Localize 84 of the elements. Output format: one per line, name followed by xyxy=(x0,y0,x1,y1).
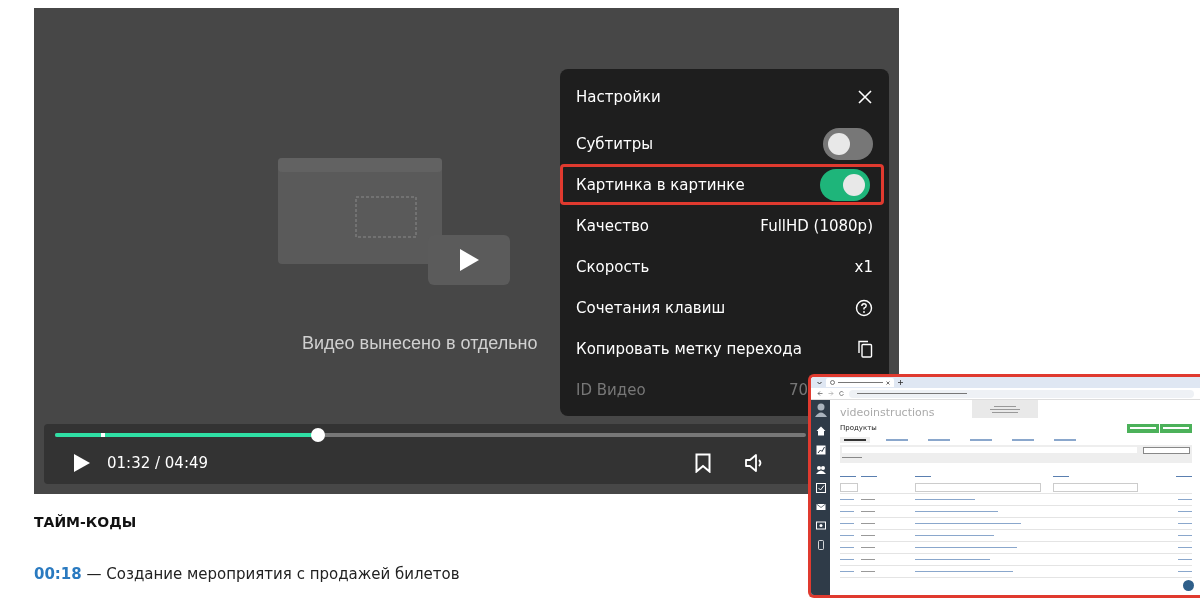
monitor-icon[interactable] xyxy=(815,521,826,531)
task-icon[interactable] xyxy=(815,483,826,493)
table-cell xyxy=(861,522,875,525)
chat-button[interactable] xyxy=(1183,580,1194,591)
id-link[interactable] xyxy=(840,558,854,561)
id-link[interactable] xyxy=(840,546,854,549)
time-readout: 01:32 / 04:49 xyxy=(107,453,209,472)
table-cell xyxy=(861,570,875,573)
toggle-switch[interactable] xyxy=(823,127,873,160)
product-link[interactable] xyxy=(915,570,1013,573)
mail-icon[interactable] xyxy=(815,502,826,512)
globe-icon xyxy=(830,380,835,385)
status-link[interactable] xyxy=(1178,570,1192,573)
filter-field[interactable] xyxy=(840,483,858,492)
table-cell xyxy=(861,534,875,537)
add-button[interactable] xyxy=(1160,423,1192,433)
back-icon[interactable] xyxy=(817,391,823,396)
status-link[interactable] xyxy=(1178,522,1192,525)
setting-label: Сочетания клавиш xyxy=(576,298,726,317)
setting-label: Копировать метку перехода xyxy=(576,339,802,358)
status-link[interactable] xyxy=(1178,498,1192,501)
id-link[interactable] xyxy=(840,510,854,513)
progress-thumb[interactable] xyxy=(311,428,326,442)
status-link[interactable] xyxy=(1178,510,1192,513)
address-bar[interactable] xyxy=(849,389,1194,398)
product-link[interactable] xyxy=(915,522,1021,525)
home-icon[interactable] xyxy=(815,426,826,436)
id-link[interactable] xyxy=(840,522,854,525)
timecode-link[interactable]: 00:18 xyxy=(34,565,82,583)
notice-box xyxy=(972,400,1039,418)
column-header[interactable] xyxy=(915,475,931,478)
table-cell xyxy=(861,510,875,513)
forward-icon[interactable] xyxy=(828,391,834,396)
timecode-description: — Создание мероприятия с продажей билетов xyxy=(85,565,460,583)
setting-label: ID Видео xyxy=(576,380,646,399)
bookmark-icon[interactable] xyxy=(695,452,711,473)
copy-icon[interactable] xyxy=(857,339,873,358)
table-cell xyxy=(861,558,875,561)
column-header[interactable] xyxy=(1176,475,1192,478)
id-link[interactable] xyxy=(840,498,854,501)
product-link[interactable] xyxy=(915,498,975,501)
filter-field[interactable] xyxy=(1053,483,1138,492)
id-link[interactable] xyxy=(840,534,854,537)
browser-tab[interactable] xyxy=(826,378,894,387)
site-logo: videoinstructions xyxy=(840,406,935,419)
help-icon[interactable] xyxy=(855,298,873,317)
filter-field[interactable] xyxy=(915,483,1042,492)
setting-label: Качество xyxy=(576,216,649,235)
chart-icon[interactable] xyxy=(815,445,826,455)
section-heading: ТАЙМ-КОДЫ xyxy=(34,514,137,530)
add-button[interactable] xyxy=(1127,423,1159,433)
setting-label: Скорость xyxy=(576,257,650,276)
plus-icon[interactable] xyxy=(898,380,903,385)
setting-label: Картинка в картинке xyxy=(576,175,745,194)
table-cell xyxy=(861,498,875,501)
status-link[interactable] xyxy=(1178,534,1192,537)
play-icon[interactable] xyxy=(73,452,91,473)
product-link[interactable] xyxy=(915,558,990,561)
status-link[interactable] xyxy=(1178,546,1192,549)
user-icon[interactable] xyxy=(814,403,827,417)
status-select[interactable] xyxy=(1143,447,1190,454)
column-header[interactable] xyxy=(1053,475,1069,478)
play-button[interactable] xyxy=(427,235,510,285)
reload-icon[interactable] xyxy=(839,391,844,396)
chevron-icon[interactable] xyxy=(817,380,822,385)
column-header[interactable] xyxy=(840,475,856,478)
table-cell xyxy=(861,546,875,549)
product-link[interactable] xyxy=(915,534,994,537)
setting-value: 70 xyxy=(788,380,808,399)
tab[interactable] xyxy=(840,437,870,443)
status-message: Видео вынесено в отдельно xyxy=(302,333,538,354)
toggle-switch[interactable] xyxy=(820,168,870,201)
settings-title: Настройки xyxy=(576,88,661,106)
product-link[interactable] xyxy=(915,510,998,513)
id-link[interactable] xyxy=(840,570,854,573)
status-link[interactable] xyxy=(1178,558,1192,561)
setting-value[interactable]: x1 xyxy=(854,257,873,276)
setting-value[interactable]: FullHD (1080p) xyxy=(760,216,873,235)
column-header[interactable] xyxy=(861,475,877,478)
product-link[interactable] xyxy=(915,546,1017,549)
play-icon xyxy=(457,248,480,272)
people-icon[interactable] xyxy=(815,464,826,474)
setting-label: Субтитры xyxy=(576,134,654,153)
phone-icon[interactable] xyxy=(815,540,826,550)
